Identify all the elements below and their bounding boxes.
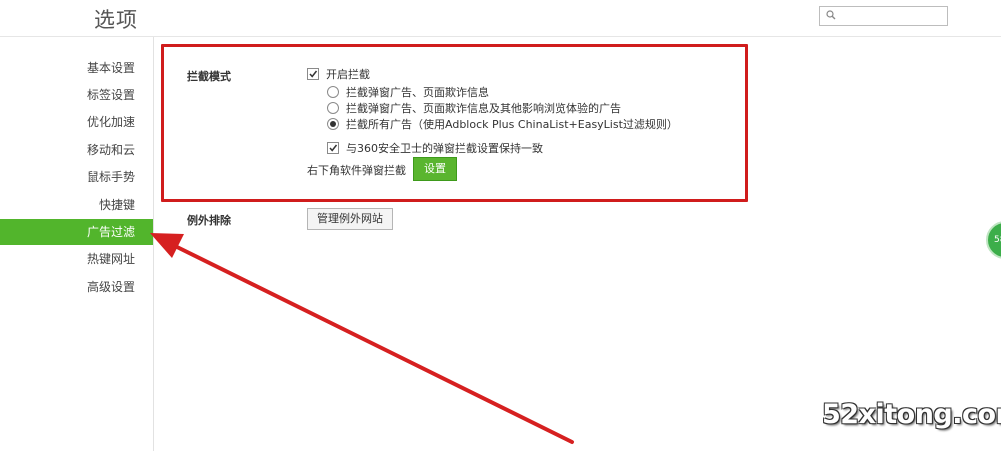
enable-intercept-checkbox[interactable]: 开启拦截 [307, 66, 370, 82]
radio-option-label: 拦截弹窗广告、页面欺诈信息 [346, 86, 489, 99]
sidebar-item-label: 快捷键 [98, 198, 135, 212]
sidebar-item-shortcuts[interactable]: 快捷键 [0, 192, 135, 218]
sidebar-item-label: 移动和云 [86, 143, 135, 157]
search-icon [826, 10, 836, 20]
radio-option-label: 拦截所有广告（使用Adblock Plus ChinaList+EasyList… [346, 118, 678, 131]
radio-icon [327, 86, 339, 98]
sidebar-item-label: 高级设置 [86, 280, 135, 294]
sidebar-item-label: 鼠标手势 [86, 170, 135, 184]
radio-selected-icon [327, 118, 339, 130]
sidebar-item-tabs[interactable]: 标签设置 [0, 82, 135, 108]
popup-intercept-label: 右下角软件弹窗拦截 [307, 164, 406, 177]
sidebar-item-hotkey-urls[interactable]: 热键网址 [0, 246, 135, 272]
sidebar-item-label: 热键网址 [86, 252, 135, 266]
enable-intercept-label: 开启拦截 [326, 68, 370, 81]
watermark-logo: 52xitong.com [822, 399, 1001, 430]
sidebar-item-label: 优化加速 [86, 115, 135, 129]
radio-icon [327, 102, 339, 114]
radio-option-all-ads[interactable]: 拦截所有广告（使用Adblock Plus ChinaList+EasyList… [327, 116, 678, 132]
checkbox-checked-icon [327, 142, 339, 154]
sync-360-checkbox[interactable]: 与360安全卫士的弹窗拦截设置保持一致 [327, 140, 543, 156]
search-input[interactable] [819, 6, 948, 26]
radio-option-extended[interactable]: 拦截弹窗广告、页面欺诈信息及其他影响浏览体验的广告 [327, 100, 621, 116]
sidebar-item-mouse-gestures[interactable]: 鼠标手势 [0, 164, 135, 190]
exceptions-label: 例外排除 [187, 214, 231, 227]
sync-360-label: 与360安全卫士的弹窗拦截设置保持一致 [346, 142, 543, 155]
sidebar-item-mobile-cloud[interactable]: 移动和云 [0, 137, 135, 163]
checkbox-checked-icon [307, 68, 319, 80]
header-bar: 选项 [0, 0, 1001, 37]
sidebar-item-optimize[interactable]: 优化加速 [0, 109, 135, 135]
radio-option-label: 拦截弹窗广告、页面欺诈信息及其他影响浏览体验的广告 [346, 102, 621, 115]
sidebar-item-adblock[interactable]: 广告过滤 [0, 219, 153, 245]
sidebar-item-label: 基本设置 [86, 61, 135, 75]
sidebar-nav: 基本设置 标签设置 优化加速 移动和云 鼠标手势 快捷键 广告过滤 热键网址 高… [0, 37, 154, 451]
radio-option-basic[interactable]: 拦截弹窗广告、页面欺诈信息 [327, 84, 489, 100]
popup-settings-button[interactable]: 设置 [413, 157, 457, 181]
sidebar-item-label: 标签设置 [86, 88, 135, 102]
floating-assistant-ball[interactable]: 58 [986, 221, 1001, 259]
page-title: 选项 [94, 8, 138, 32]
sidebar-item-label: 广告过滤 [86, 225, 135, 239]
intercept-mode-label: 拦截模式 [187, 70, 231, 83]
sidebar-item-advanced[interactable]: 高级设置 [0, 274, 135, 300]
manage-exceptions-button[interactable]: 管理例外网站 [307, 208, 393, 230]
sidebar-item-basic[interactable]: 基本设置 [0, 55, 135, 81]
